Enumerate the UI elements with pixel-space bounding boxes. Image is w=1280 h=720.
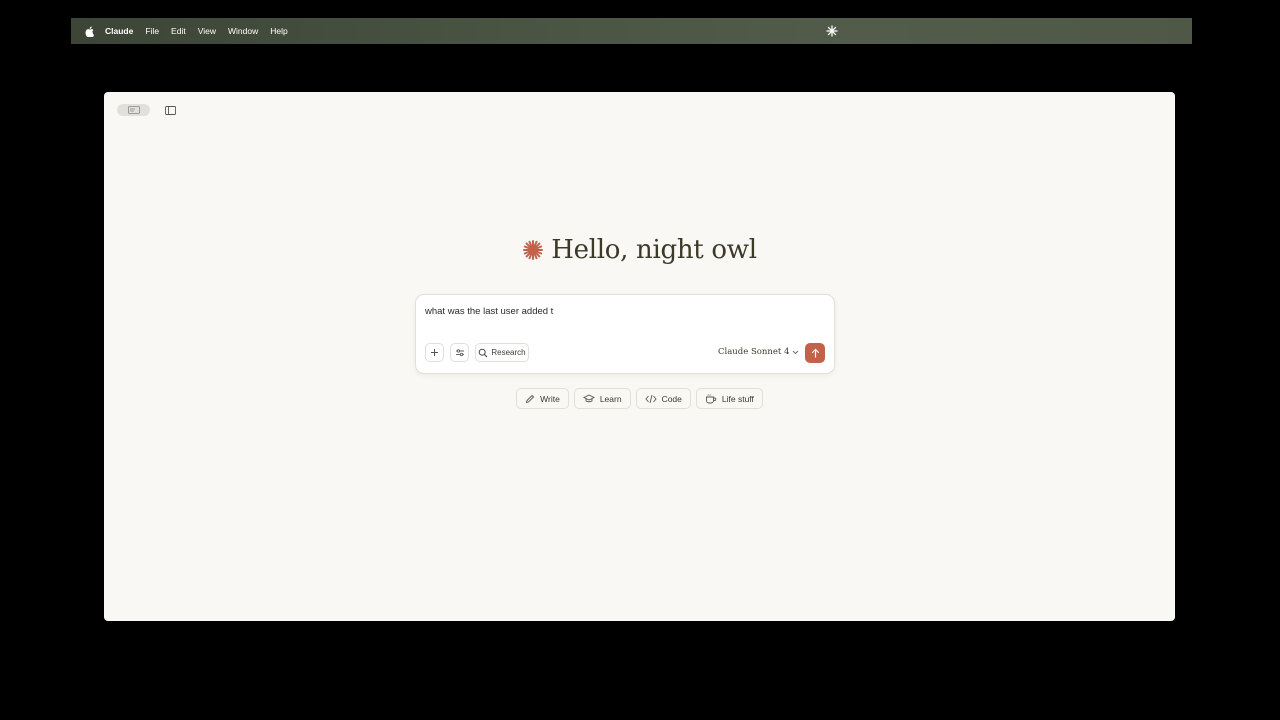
apple-icon[interactable] [84, 25, 94, 37]
research-button[interactable]: Research [475, 343, 529, 362]
send-button[interactable] [805, 343, 825, 363]
menu-file[interactable]: File [145, 26, 159, 36]
chip-life-stuff[interactable]: Life stuff [695, 388, 763, 409]
window-mode-button[interactable] [117, 104, 150, 116]
coffee-cup-icon [705, 393, 717, 403]
tools-button[interactable] [450, 343, 469, 362]
chevron-down-icon [793, 350, 799, 354]
graduation-cap-icon [582, 393, 595, 402]
chip-write[interactable]: Write [516, 388, 569, 409]
chip-code[interactable]: Code [635, 388, 691, 409]
chip-label: Code [661, 393, 682, 404]
menu-view[interactable]: View [198, 26, 216, 36]
menu-bar: Claude File Edit View Window Help [71, 18, 1192, 44]
plus-icon [431, 349, 438, 356]
greeting-text: Hello, night owl [551, 235, 757, 265]
arrow-up-icon [811, 348, 819, 358]
code-icon [644, 394, 657, 403]
claude-spark-icon [523, 240, 544, 260]
sidebar-toggle-button[interactable] [164, 104, 176, 116]
message-input[interactable]: what was the last user added t [425, 306, 553, 317]
app-window: Hello, night owl what was the last user … [104, 92, 1175, 621]
chip-label: Life stuff [721, 393, 754, 404]
sidebar-icon [164, 105, 176, 115]
claude-status-icon[interactable] [826, 25, 838, 37]
chip-label: Write [540, 393, 560, 404]
research-label: Research [491, 348, 526, 357]
pencil-icon [526, 394, 535, 403]
menu-app-name[interactable]: Claude [105, 26, 133, 36]
add-attachment-button[interactable] [425, 343, 444, 362]
greeting: Hello, night owl [104, 235, 1175, 265]
message-composer: what was the last user added t Research … [415, 294, 835, 374]
search-icon [479, 348, 488, 357]
menu-window[interactable]: Window [228, 26, 258, 36]
chip-learn[interactable]: Learn [573, 388, 631, 409]
suggestion-chips: Write Learn Code Life stuff [104, 388, 1175, 409]
menu-help[interactable]: Help [270, 26, 287, 36]
sliders-icon [455, 349, 464, 357]
window-layout-icon [127, 106, 140, 114]
chip-label: Learn [599, 393, 622, 404]
model-selector[interactable]: Claude Sonnet 4 [718, 347, 799, 357]
menu-edit[interactable]: Edit [171, 26, 186, 36]
model-label: Claude Sonnet 4 [718, 347, 790, 357]
